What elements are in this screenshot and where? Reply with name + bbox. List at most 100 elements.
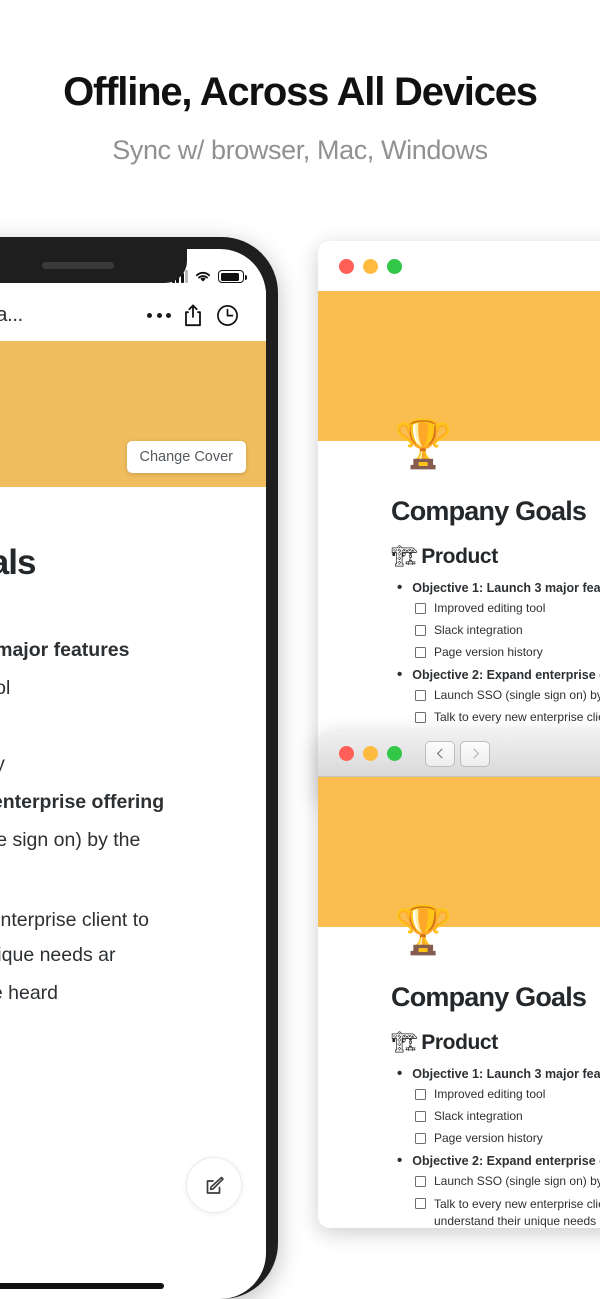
page-subtitle: Sync w/ browser, Mac, Windows xyxy=(112,135,488,165)
list-item[interactable]: ery new enterprise client to xyxy=(0,905,240,936)
mac-app-window[interactable]: 🏆 Company Goals 🏗 Product • Objective 1: L… xyxy=(318,241,600,801)
objective-item[interactable]: • Objective 2: Expand enterprise offering xyxy=(397,1152,600,1169)
phone-content-title: y Goals xyxy=(0,543,36,582)
iphone-device-frame: 🏆 Compa... xyxy=(0,237,278,1299)
section-heading-label: Product xyxy=(421,1031,498,1054)
page-cover-image[interactable]: 🏆 xyxy=(318,291,600,467)
objective-item[interactable]: • Objective 1: Launch 3 major features xyxy=(397,1065,600,1082)
trophy-icon[interactable]: 🏆 xyxy=(394,420,453,467)
task-label: Slack integration xyxy=(434,1109,523,1123)
forward-button[interactable] xyxy=(460,740,490,767)
task-item[interactable]: Page version history xyxy=(415,1131,600,1145)
objective-item[interactable]: • Objective 1: Launch 3 major features xyxy=(397,579,600,596)
list-item[interactable]: Expand enterprise offering xyxy=(0,783,240,821)
objective-label: Objective 2: Expand enterprise offering xyxy=(412,668,600,682)
crane-icon: 🏗 xyxy=(391,545,418,568)
task-item[interactable]: Slack integration xyxy=(415,623,600,637)
marketing-screenshot: Offline, Across All Devices Sync w/ brow… xyxy=(0,0,600,1299)
navigation-buttons xyxy=(425,740,490,767)
iphone-screen: 🏆 Compa... xyxy=(0,249,266,1299)
task-item[interactable]: Improved editing tool xyxy=(415,601,600,615)
section-heading: 🏗 Product xyxy=(391,545,600,569)
page-title: Offline, Across All Devices xyxy=(63,70,538,114)
list-item[interactable]: ion history xyxy=(0,745,240,783)
phone-cover-image: Change Cover xyxy=(0,341,266,487)
checkbox-icon[interactable] xyxy=(415,647,426,658)
minimize-button[interactable] xyxy=(363,746,378,761)
window-titlebar[interactable] xyxy=(318,731,600,777)
list-item[interactable]: gration xyxy=(0,707,240,745)
bullet-icon: • xyxy=(397,1065,403,1082)
content-title: Company Goals xyxy=(391,982,587,1012)
bullet-icon: • xyxy=(397,666,403,683)
bullet-icon: • xyxy=(397,1152,403,1169)
task-label: Talk to every new enterprise client to u… xyxy=(434,1197,600,1228)
checkbox-icon[interactable] xyxy=(415,625,426,636)
checkbox-icon[interactable] xyxy=(415,603,426,614)
checkbox-icon[interactable] xyxy=(415,690,426,701)
share-icon[interactable] xyxy=(176,298,210,332)
page-content: Company Goals 🏗 Product • Objective 1: Lau… xyxy=(318,927,600,1228)
speaker-grille xyxy=(42,262,114,269)
checkbox-icon[interactable] xyxy=(415,1111,426,1122)
task-item[interactable]: Launch SSO (single sign on) by the xyxy=(415,688,600,702)
list-item[interactable]: aunch 3 major features xyxy=(0,631,240,669)
maximize-button[interactable] xyxy=(387,258,402,274)
task-label: Improved editing tool xyxy=(434,601,546,615)
bullet-icon: • xyxy=(397,579,403,596)
task-item[interactable]: Slack integration xyxy=(415,1109,600,1123)
maximize-button[interactable] xyxy=(387,746,402,761)
checkbox-icon[interactable] xyxy=(415,1133,426,1144)
task-item[interactable]: Talk to every new enterprise client xyxy=(415,710,600,724)
task-label: Page version history xyxy=(434,1131,543,1145)
list-item[interactable]: d their unique needs ar xyxy=(0,936,240,974)
iphone-notch xyxy=(0,249,187,283)
task-item[interactable]: Launch SSO (single sign on) by th xyxy=(415,1174,600,1188)
checkbox-icon[interactable] xyxy=(415,1176,426,1187)
checkbox-icon[interactable] xyxy=(415,1089,426,1100)
task-label: Slack integration xyxy=(434,623,523,637)
objective-list: • Objective 1: Launch 3 major features Imp… xyxy=(391,1065,600,1228)
page-content: Company Goals 🏗 Product • Objective 1: Lau… xyxy=(318,441,600,724)
phone-content-list: aunch 3 major featuresediting toolgratio… xyxy=(0,631,240,1012)
list-item[interactable]: SO (single sign on) by the xyxy=(0,821,240,859)
minimize-button[interactable] xyxy=(363,258,378,274)
task-label: Improved editing tool xyxy=(434,1087,546,1101)
close-button[interactable] xyxy=(339,258,354,274)
clock-history-icon[interactable] xyxy=(210,298,244,332)
more-dots-icon[interactable] xyxy=(142,298,176,332)
task-item[interactable]: Talk to every new enterprise client to u… xyxy=(415,1196,600,1228)
crane-icon: 🏗 xyxy=(391,1031,418,1054)
window-titlebar[interactable] xyxy=(318,241,600,291)
checkbox-icon[interactable] xyxy=(415,1198,426,1209)
back-button[interactable] xyxy=(425,740,455,767)
list-item[interactable]: e they are heard xyxy=(0,974,240,1012)
close-button[interactable] xyxy=(339,746,354,761)
content-title: Company Goals xyxy=(391,496,587,526)
phone-page-body: y Goals aunch 3 major featuresediting to… xyxy=(0,487,266,1012)
task-label: Launch SSO (single sign on) by th xyxy=(434,1174,600,1188)
objective-item[interactable]: • Objective 2: Expand enterprise offering xyxy=(397,666,600,683)
objective-list: • Objective 1: Launch 3 major features Imp… xyxy=(391,579,600,724)
phone-page-title[interactable]: Compa... xyxy=(0,304,23,327)
task-label: Talk to every new enterprise client xyxy=(434,710,600,724)
change-cover-button[interactable]: Change Cover xyxy=(126,441,246,473)
wifi-icon xyxy=(194,270,212,283)
section-heading-label: Product xyxy=(421,545,498,568)
chevron-right-icon xyxy=(468,748,479,759)
page-cover-image[interactable]: 🏆 xyxy=(318,777,600,953)
objective-label: Objective 1: Launch 3 major features xyxy=(412,581,600,595)
list-item[interactable]: e year xyxy=(0,859,240,897)
compose-edit-icon[interactable] xyxy=(186,1157,242,1213)
phone-toolbar: 🏆 Compa... xyxy=(0,289,266,341)
task-item[interactable]: Improved editing tool xyxy=(415,1087,600,1101)
list-item[interactable]: editing tool xyxy=(0,669,240,707)
section-heading: 🏗 Product xyxy=(391,1031,600,1055)
task-item[interactable]: Page version history xyxy=(415,645,600,659)
chevron-left-icon xyxy=(436,748,447,759)
checkbox-icon[interactable] xyxy=(415,712,426,723)
objective-label: Objective 2: Expand enterprise offering xyxy=(412,1154,600,1168)
home-indicator xyxy=(0,1283,164,1289)
browser-window[interactable]: 🏆 Company Goals 🏗 Product • Objective 1: L… xyxy=(318,731,600,1228)
trophy-icon[interactable]: 🏆 xyxy=(394,906,453,953)
